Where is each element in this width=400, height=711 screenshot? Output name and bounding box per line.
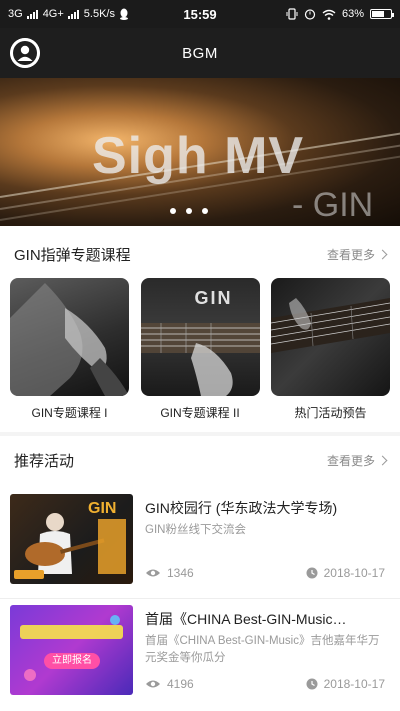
status-left: 3G 4G+ 5.5K/s [8,8,158,20]
view-count: 4196 [145,677,194,691]
battery-percent: 63% [341,8,364,20]
activity-poster-image [20,615,123,681]
view-count: 1346 [145,566,194,580]
signal-icon-2 [67,9,80,19]
banner-subtitle: - GIN [292,186,374,224]
course-thumbnail [271,278,390,396]
view-count-value: 1346 [167,566,194,580]
wifi-icon [322,9,336,20]
activity-description: 首届《CHINA Best-GIN-Music》吉他嘉年华万元奖金等你瓜分 [145,635,380,664]
activity-title: 首届《CHINA Best-GIN-Music… [145,611,347,627]
activities-more-link[interactable]: 查看更多 [326,452,388,469]
activity-thumb-logo: GIN [88,500,117,517]
banner-title: Sigh MV [92,127,305,185]
activity-date: 2018-10-17 [306,677,385,691]
course-thumbnail [10,278,129,396]
activities-section-title: 推荐活动 [14,452,75,470]
activities-section-header: 推荐活动 查看更多 [0,440,400,480]
courses-section-title: GIN指弹专题课程 [14,246,131,264]
network-type-1: 3G [8,8,23,20]
course-logo: GIN [194,288,233,308]
network-speed: 5.5K/s [83,8,115,20]
guitar-fretboard-image [271,298,390,353]
more-label: 查看更多 [326,453,375,468]
clock-icon [306,678,318,690]
carousel-dot[interactable] [186,208,192,214]
qq-notification-icon [119,8,128,20]
app-title: BGM [182,44,218,62]
course-thumbnail: GIN [140,278,260,396]
activity-date-value: 2018-10-17 [323,677,385,691]
hero-banner[interactable]: Sigh MV - GIN [0,78,400,226]
activity-description: GIN粉丝线下交流会 [145,524,246,536]
course-label: GIN专题课程 I [31,406,108,420]
chevron-right-icon [377,455,388,465]
section-divider [0,432,400,436]
user-avatar-icon[interactable] [10,38,40,68]
status-right: 63% [286,8,394,20]
view-count-value: 4196 [167,677,194,691]
chevron-right-icon [377,249,388,259]
activity-thumbnail: GIN [10,494,133,584]
signal-icon [26,9,39,19]
list-divider [0,598,400,599]
vibrate-icon [286,8,298,20]
course-label: 热门活动预告 [294,406,367,420]
course-card[interactable]: GIN专题课程 I [10,278,129,421]
activity-item[interactable]: GIN GIN校园行 (华东政法大学专场) GIN粉丝线下交流会 1346 20… [10,494,390,586]
carousel-indicator[interactable] [170,208,208,214]
activity-date: 2018-10-17 [306,566,385,580]
activity-title: GIN校园行 (华东政法大学专场) [145,500,338,516]
app-bar: BGM [0,28,400,78]
course-label: GIN专题课程 II [160,406,240,420]
eye-icon [146,680,160,688]
activity-meta: 4196 2018-10-17 [145,677,385,691]
courses-section-header: GIN指弹专题课程 查看更多 [0,234,400,274]
alarm-icon [304,9,316,20]
activity-thumbnail: 立即报名 [10,605,133,695]
carousel-dot[interactable] [170,208,176,214]
eye-icon [146,569,160,577]
more-label: 查看更多 [326,247,375,262]
carousel-dot[interactable] [202,208,208,214]
network-type-2: 4G+ [42,8,64,20]
activity-thumb-button: 立即报名 [44,653,100,669]
activity-date-value: 2018-10-17 [323,566,385,580]
course-card[interactable]: 热门活动预告 [271,278,390,421]
courses-more-link[interactable]: 查看更多 [326,246,388,263]
status-bar: 3G 4G+ 5.5K/s 15:59 63% [0,0,400,28]
clock-icon [306,567,318,579]
course-card[interactable]: GIN GIN专题课程 II [140,278,260,421]
course-list: GIN专题课程 I GIN GIN专题课程 II 热门活动预告 [10,278,390,421]
activity-meta: 1346 2018-10-17 [145,566,385,580]
battery-icon [370,9,394,19]
activity-item[interactable]: 立即报名 首届《CHINA Best-GIN-Music… 首届《CHINA B… [10,605,390,697]
guitar-hand-image [10,283,129,396]
